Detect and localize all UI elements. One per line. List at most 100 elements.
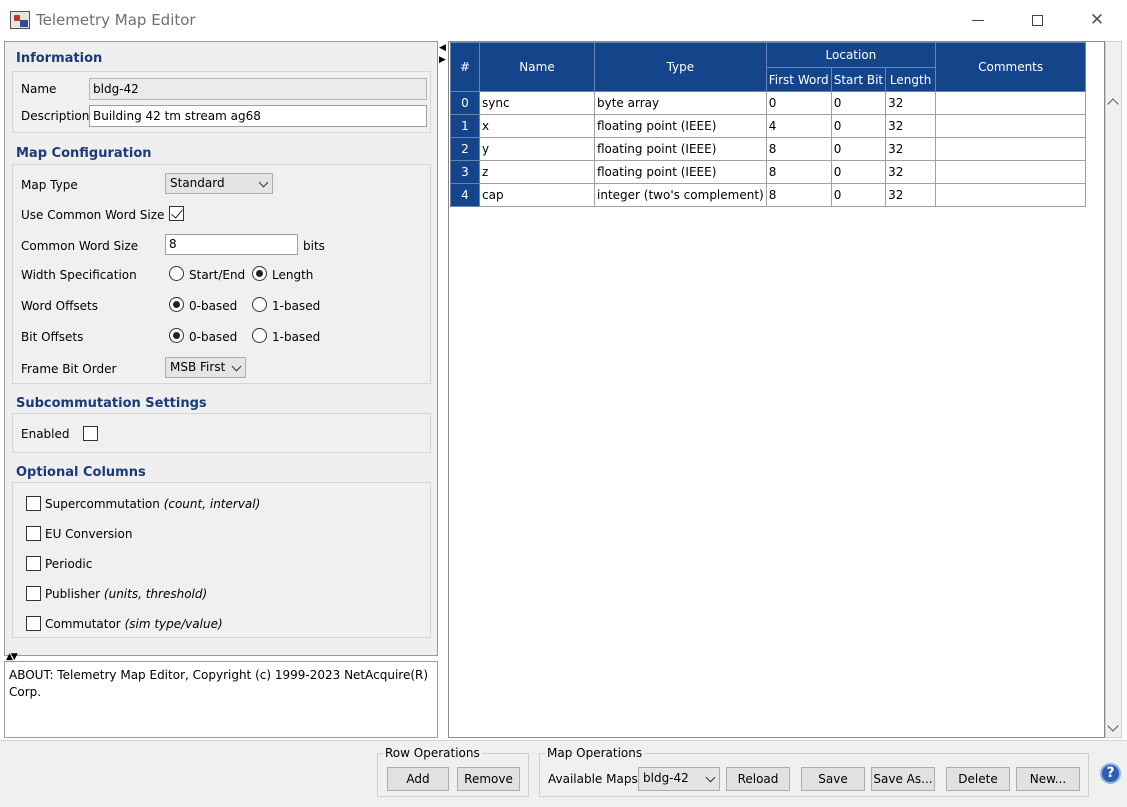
- eu-conversion-checkbox[interactable]: [26, 526, 41, 541]
- column-header-index[interactable]: #: [450, 42, 480, 92]
- column-header-length[interactable]: Length: [885, 67, 937, 92]
- cell-start-bit[interactable]: 0: [830, 183, 887, 207]
- width-spec-label: Width Specification: [21, 268, 137, 282]
- cell-start-bit[interactable]: 0: [830, 91, 887, 115]
- settings-panel: Information Name bldg-42 Description Bui…: [4, 41, 438, 656]
- word-offsets-0-radio[interactable]: [169, 297, 184, 312]
- minimize-icon: [972, 19, 984, 21]
- row-index[interactable]: 1: [450, 114, 480, 138]
- row-index[interactable]: 4: [450, 183, 480, 207]
- delete-button[interactable]: Delete: [946, 767, 1010, 791]
- column-header-name[interactable]: Name: [479, 42, 595, 92]
- maximize-button[interactable]: [1017, 6, 1057, 34]
- column-header-type[interactable]: Type: [594, 42, 767, 92]
- frame-bit-order-select[interactable]: MSB First: [165, 357, 246, 378]
- periodic-label: Periodic: [45, 557, 93, 571]
- cell-length[interactable]: 32: [885, 183, 937, 207]
- cell-name[interactable]: z: [479, 160, 595, 184]
- cell-name[interactable]: y: [479, 137, 595, 161]
- scroll-up-icon[interactable]: [1107, 98, 1119, 110]
- table-row[interactable]: 4 cap integer (two's complement) 8 0 32: [450, 183, 1087, 207]
- table-row[interactable]: 1 x floating point (IEEE) 4 0 32: [450, 114, 1087, 138]
- publisher-checkbox[interactable]: [26, 586, 41, 601]
- bit-offsets-0-label: 0-based: [189, 330, 238, 344]
- cell-length[interactable]: 32: [885, 114, 937, 138]
- cell-length[interactable]: 32: [885, 137, 937, 161]
- cell-start-bit[interactable]: 0: [830, 114, 887, 138]
- cell-first-word[interactable]: 8: [765, 160, 832, 184]
- cell-first-word[interactable]: 8: [765, 137, 832, 161]
- cell-comments[interactable]: [935, 160, 1087, 184]
- map-config-group: Map Type Standard Use Common Word Size C…: [12, 164, 431, 384]
- cell-first-word[interactable]: 0: [765, 91, 832, 115]
- use-common-checkbox[interactable]: [169, 206, 184, 221]
- row-index[interactable]: 2: [450, 137, 480, 161]
- chevron-down-icon: [231, 361, 242, 372]
- scroll-down-icon[interactable]: [1107, 720, 1119, 732]
- cell-comments[interactable]: [935, 114, 1087, 138]
- cell-type[interactable]: floating point (IEEE): [594, 137, 767, 161]
- reload-button[interactable]: Reload: [726, 767, 790, 791]
- map-type-select[interactable]: Standard: [165, 173, 273, 194]
- row-operations-group: Row Operations Add Remove: [377, 746, 529, 797]
- chevron-down-icon: [705, 772, 716, 783]
- use-common-label: Use Common Word Size: [21, 208, 165, 222]
- cell-type[interactable]: byte array: [594, 91, 767, 115]
- cell-comments[interactable]: [935, 91, 1087, 115]
- cell-type[interactable]: integer (two's complement): [594, 183, 767, 207]
- save-button[interactable]: Save: [801, 767, 865, 791]
- cell-name[interactable]: x: [479, 114, 595, 138]
- commutator-label: Commutator (sim type/value): [45, 617, 223, 631]
- save-as-button[interactable]: Save As...: [871, 767, 935, 791]
- available-maps-select[interactable]: bldg-42: [638, 767, 720, 791]
- cell-comments[interactable]: [935, 137, 1087, 161]
- cell-first-word[interactable]: 4: [765, 114, 832, 138]
- minimize-button[interactable]: [958, 6, 998, 34]
- subcomm-heading: Subcommutation Settings: [16, 396, 207, 411]
- column-header-comments[interactable]: Comments: [935, 42, 1087, 92]
- cell-start-bit[interactable]: 0: [830, 137, 887, 161]
- bit-offsets-1-radio[interactable]: [252, 328, 267, 343]
- add-row-button[interactable]: Add: [387, 767, 449, 791]
- cell-start-bit[interactable]: 0: [830, 160, 887, 184]
- collapse-panel-handle[interactable]: ◀ ▶: [439, 42, 446, 66]
- cell-length[interactable]: 32: [885, 91, 937, 115]
- supercommutation-checkbox[interactable]: [26, 496, 41, 511]
- word-offsets-1-radio[interactable]: [252, 297, 267, 312]
- maximize-icon: [1031, 14, 1043, 26]
- table-row[interactable]: 2 y floating point (IEEE) 8 0 32: [450, 137, 1087, 161]
- width-spec-length-radio[interactable]: [252, 266, 267, 281]
- description-field[interactable]: Building 42 tm stream ag68: [89, 105, 427, 127]
- cell-type[interactable]: floating point (IEEE): [594, 114, 767, 138]
- cell-name[interactable]: sync: [479, 91, 595, 115]
- cell-type[interactable]: floating point (IEEE): [594, 160, 767, 184]
- subcomm-enabled-checkbox[interactable]: [83, 426, 98, 441]
- cell-comments[interactable]: [935, 183, 1087, 207]
- width-spec-startend-radio[interactable]: [169, 266, 184, 281]
- cell-name[interactable]: cap: [479, 183, 595, 207]
- word-offsets-label: Word Offsets: [21, 299, 98, 313]
- remove-row-button[interactable]: Remove: [457, 767, 520, 791]
- column-header-start-bit[interactable]: Start Bit: [830, 67, 887, 92]
- bit-offsets-0-radio[interactable]: [169, 328, 184, 343]
- cell-length[interactable]: 32: [885, 160, 937, 184]
- cell-first-word[interactable]: 8: [765, 183, 832, 207]
- vertical-scrollbar[interactable]: [1105, 41, 1122, 738]
- common-word-field[interactable]: 8: [165, 234, 298, 255]
- row-index[interactable]: 0: [450, 91, 480, 115]
- help-icon[interactable]: ?: [1100, 763, 1121, 784]
- table-row[interactable]: 3 z floating point (IEEE) 8 0 32: [450, 160, 1087, 184]
- periodic-checkbox[interactable]: [26, 556, 41, 571]
- description-label: Description: [21, 109, 90, 123]
- table-row[interactable]: 0 sync byte array 0 0 32: [450, 91, 1087, 115]
- about-text: ABOUT: Telemetry Map Editor, Copyright (…: [4, 661, 438, 738]
- column-header-first-word[interactable]: First Word: [765, 67, 832, 92]
- new-map-button[interactable]: New...: [1016, 767, 1080, 791]
- row-index[interactable]: 3: [450, 160, 480, 184]
- window-title: Telemetry Map Editor: [36, 11, 196, 29]
- commutator-checkbox[interactable]: [26, 616, 41, 631]
- name-field[interactable]: bldg-42: [89, 78, 427, 100]
- column-header-location[interactable]: Location: [765, 42, 937, 68]
- close-button[interactable]: ✕: [1077, 6, 1117, 34]
- bit-offsets-label: Bit Offsets: [21, 330, 84, 344]
